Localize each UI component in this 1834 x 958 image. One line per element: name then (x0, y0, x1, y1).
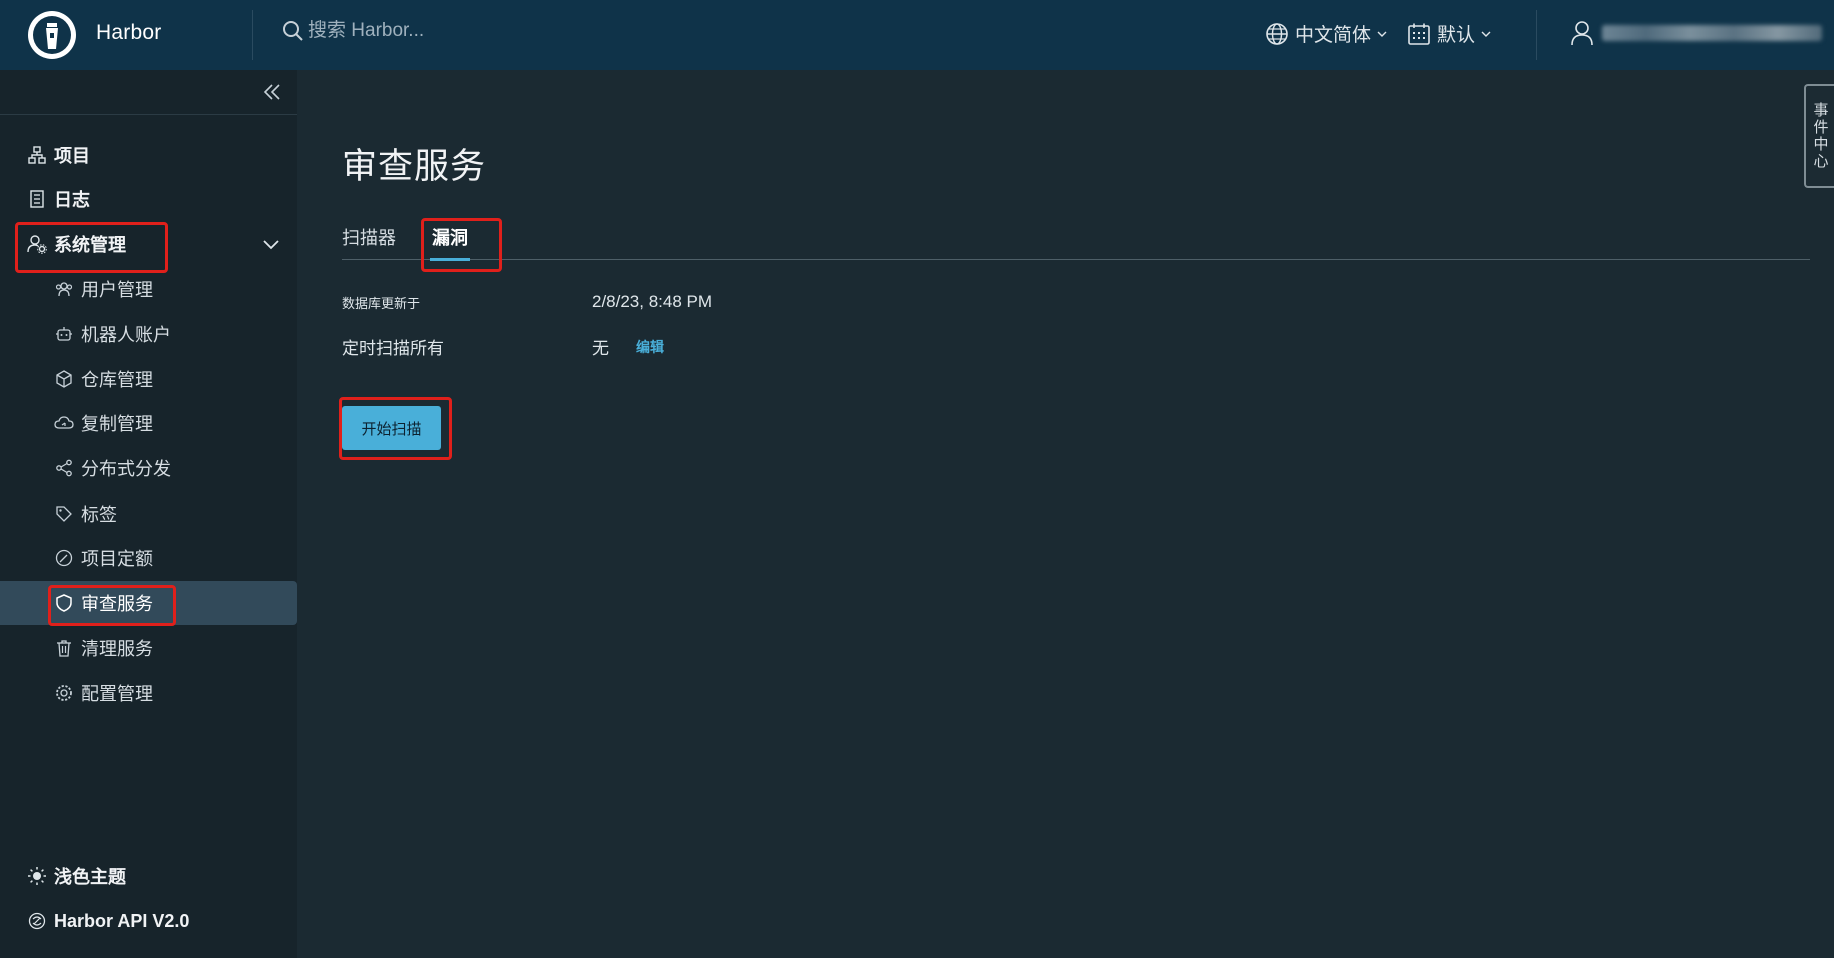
tab-scanners[interactable]: 扫描器 (342, 220, 396, 260)
db-updated-row: 数据库更新于 2/8/23, 8:48 PM (342, 292, 712, 312)
global-search[interactable] (282, 20, 708, 42)
gear-icon (54, 683, 74, 703)
collapse-sidebar-button[interactable] (262, 82, 282, 107)
shield-icon (54, 593, 74, 613)
sidebar-item-administration[interactable]: 系统管理 (0, 222, 297, 266)
sidebar-item-label: 项目 (54, 146, 90, 166)
sidebar-item-clean-up[interactable]: 清理服务 (0, 626, 297, 670)
chevron-down-icon (1377, 31, 1387, 37)
main-content: 审查服务 扫描器 漏洞 数据库更新于 2/8/23, 8:48 PM 定时扫描所… (297, 70, 1834, 958)
tab-vulnerability[interactable]: 漏洞 (430, 220, 470, 261)
sidebar-item-distributions[interactable]: 分布式分发 (0, 446, 297, 490)
language-label: 中文简体 (1295, 25, 1372, 46)
schedule-value: 无 (592, 339, 609, 358)
trash-icon (54, 638, 74, 658)
double-chevron-left-icon (263, 84, 280, 100)
harbor-logo-icon[interactable] (26, 9, 78, 61)
sidebar-item-project-quotas[interactable]: 项目定额 (0, 536, 297, 580)
sidebar-item-label: 浅色主题 (54, 867, 126, 887)
search-input[interactable] (308, 20, 708, 42)
datetime-format-selector[interactable]: 默认 (1407, 20, 1491, 47)
sidebar-item-label: 系统管理 (54, 235, 126, 255)
share-icon (54, 458, 74, 478)
sidebar-item-label: 标签 (81, 505, 117, 525)
sidebar-item-registries[interactable]: 仓库管理 (0, 357, 297, 401)
schedule-label: 定时扫描所有 (342, 339, 444, 358)
page-title: 审查服务 (342, 147, 487, 186)
sidebar-item-label: 复制管理 (81, 414, 153, 434)
user-icon (1571, 21, 1593, 46)
schedule-row: 定时扫描所有 无 编辑 (342, 334, 664, 359)
search-icon (283, 21, 303, 41)
calendar-icon (1408, 23, 1430, 45)
sidebar-item-label: 仓库管理 (81, 370, 153, 390)
sidebar-item-projects[interactable]: 项目 (0, 133, 297, 177)
sidebar-item-label: Harbor API V2.0 (54, 910, 190, 931)
sidebar-item-robot-accounts[interactable]: 机器人账户 (0, 312, 297, 356)
api-icon (27, 911, 47, 931)
sun-icon (27, 866, 47, 886)
globe-icon (1266, 22, 1288, 45)
user-menu[interactable] (1570, 20, 1822, 46)
db-updated-label: 数据库更新于 (342, 295, 421, 311)
event-center-tab[interactable]: 事件中心 (1804, 84, 1834, 188)
language-selector[interactable]: 中文简体 (1265, 20, 1387, 47)
datetime-format-label: 默认 (1437, 25, 1476, 46)
event-center-label: 事件中心 (1811, 102, 1829, 170)
robot-icon (54, 324, 74, 344)
edit-schedule-link[interactable]: 编辑 (636, 337, 664, 357)
sidebar-item-configuration[interactable]: 配置管理 (0, 671, 297, 715)
chevron-down-icon[interactable] (261, 234, 281, 254)
sidebar-item-label: 机器人账户 (81, 325, 171, 345)
sidebar: 项目 日志 系统管理 用户管理 机器人账户 仓库管理 复制管理 分布式分发 标签… (0, 70, 297, 958)
header-divider (252, 10, 253, 60)
sidebar-item-label: 项目定额 (81, 549, 153, 569)
sidebar-item-label: 配置管理 (81, 684, 153, 704)
cloud-sync-icon (54, 413, 74, 433)
sidebar-item-label: 审查服务 (81, 594, 153, 614)
header-divider (1536, 10, 1537, 60)
app-header: Harbor 中文简体 默认 (0, 0, 1834, 70)
sidebar-item-users[interactable]: 用户管理 (0, 267, 297, 311)
logs-icon (27, 189, 47, 209)
tag-icon (54, 504, 74, 524)
sidebar-item-interrogation-services[interactable]: 审查服务 (0, 581, 297, 625)
sidebar-item-label: 日志 (54, 190, 90, 210)
sidebar-item-labels[interactable]: 标签 (0, 492, 297, 536)
username-redacted (1602, 25, 1822, 41)
quota-icon (54, 548, 74, 568)
sidebar-divider (0, 114, 297, 115)
sidebar-item-label: 用户管理 (81, 280, 153, 300)
box-icon (54, 369, 74, 389)
sidebar-item-logs[interactable]: 日志 (0, 177, 297, 221)
sidebar-item-label: 清理服务 (81, 639, 153, 659)
sidebar-item-light-theme[interactable]: 浅色主题 (0, 854, 297, 898)
scan-now-button[interactable]: 开始扫描 (342, 406, 441, 450)
tab-bar: 扫描器 漏洞 (342, 220, 1810, 261)
projects-icon (27, 145, 47, 165)
user-cog-icon (27, 234, 47, 254)
brand-name[interactable]: Harbor (96, 21, 161, 45)
sidebar-item-replications[interactable]: 复制管理 (0, 401, 297, 445)
sidebar-item-label: 分布式分发 (81, 459, 171, 479)
sidebar-item-harbor-api[interactable]: Harbor API V2.0 (0, 899, 297, 943)
chevron-down-icon (1481, 31, 1491, 37)
db-updated-value: 2/8/23, 8:48 PM (592, 292, 713, 311)
users-icon (54, 279, 74, 299)
